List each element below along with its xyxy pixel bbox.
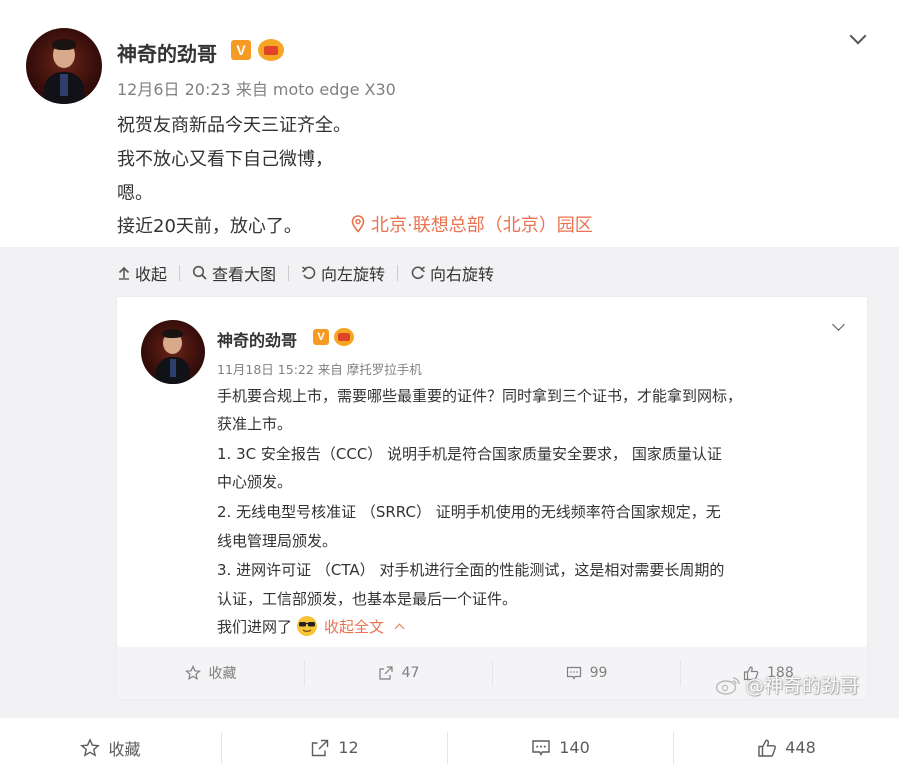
screenshot-line-7: 3. 进网许可证 （CTA） 对手机进行全面的性能测试，这是相对需要长周期的	[217, 561, 725, 579]
thumbs-up-icon	[758, 738, 777, 757]
post-line-4: 接近20天前，放心了。	[117, 216, 302, 237]
watermark-text: @神奇的劲哥	[745, 675, 860, 697]
screenshot-collapse-text: 收起全文	[324, 617, 385, 636]
screenshot-line-2: 获准上市。	[217, 415, 293, 433]
location-text: 北京·联想总部（北京）园区	[371, 215, 593, 236]
screenshot-author-avatar	[141, 320, 205, 384]
screenshot-meta: 11月18日 15:22 来自 摩托罗拉手机	[217, 362, 422, 377]
repost-icon	[312, 739, 329, 756]
footer-favorite-label: 收藏	[108, 739, 141, 759]
toolbar-rotate-left-label: 向左旋转	[321, 265, 386, 284]
screenshot-favorite-label: 收藏	[208, 666, 237, 682]
screenshot-last-line: 我们进网了 收起全文	[217, 615, 405, 637]
toolbar-divider	[288, 265, 290, 281]
screenshot-repost-count: 47	[401, 665, 420, 681]
footer-comment-button[interactable]: 140	[448, 738, 673, 758]
post-line-1: 祝贺友商新品今天三证齐全。	[117, 115, 351, 136]
screenshot-repost: 47	[305, 665, 492, 681]
screenshot-favorite: 收藏	[117, 663, 304, 683]
media-toolbar: 收起 查看大图 向左旋转 向右旋转	[117, 261, 494, 285]
footer-like-count: 448	[785, 738, 816, 757]
screenshot-comment-icon	[566, 666, 581, 680]
location-pin-icon	[351, 215, 365, 233]
post-line-3: 嗯。	[117, 183, 153, 204]
screenshot-chevron-icon	[830, 318, 846, 335]
screenshot-star-icon	[184, 665, 201, 681]
screenshot-line-5: 2. 无线电型号核准证 （SRRC） 证明手机使用的无线频率符合国家规定，无	[217, 503, 721, 521]
embedded-screenshot-image[interactable]: 神奇的劲哥 V 11月18日 15:22 来自 摩托罗拉手机 手机要合规上市，需…	[117, 297, 867, 699]
screenshot-last-line-text: 我们进网了	[217, 617, 293, 636]
screenshot-comment: 99	[493, 665, 680, 681]
rotate-right-icon	[411, 266, 426, 280]
post-line-2: 我不放心又看下自己微博，	[117, 149, 333, 170]
screenshot-line-6: 线电管理局颁发。	[217, 532, 338, 550]
screenshot-line-3: 1. 3C 安全报告（CCC） 说明手机是符合国家质量安全要求， 国家质量认证	[217, 445, 722, 463]
weibo-logo-icon	[715, 676, 740, 695]
screenshot-line-4: 中心颁发。	[217, 473, 293, 491]
footer-action-bar: 收藏 12 140 448	[0, 717, 899, 777]
toolbar-collapse[interactable]: 收起	[117, 261, 167, 285]
screenshot-line-1: 手机要合规上市，需要哪些最重要的证件？同时拿到三个证书，才能拿到网标，	[217, 387, 743, 405]
toolbar-divider	[179, 265, 181, 281]
member-crown-icon	[258, 39, 284, 61]
comment-icon	[532, 739, 550, 756]
screenshot-comment-count: 99	[589, 665, 608, 681]
toolbar-view-large-label: 查看大图	[212, 265, 277, 284]
footer-comment-count: 140	[559, 738, 590, 757]
toolbar-rotate-right[interactable]: 向右旋转	[410, 261, 494, 285]
toolbar-collapse-label: 收起	[135, 265, 168, 284]
footer-like-button[interactable]: 448	[674, 738, 899, 758]
screenshot-collapse-chevron-icon	[394, 623, 405, 633]
toolbar-divider	[397, 265, 399, 281]
location-link[interactable]: 北京·联想总部（北京）园区	[351, 211, 593, 237]
post-meta: 12月6日 20:23 来自 moto edge X30	[117, 80, 396, 99]
screenshot-verified-badge: V	[313, 329, 329, 345]
rotate-left-icon	[302, 266, 316, 280]
media-panel: 收起 查看大图 向左旋转 向右旋转 神奇的劲哥 V 11月18日 15:22 来…	[0, 247, 899, 717]
toolbar-view-large[interactable]: 查看大图	[192, 261, 276, 285]
footer-favorite-button[interactable]: 收藏	[0, 736, 221, 760]
screenshot-author-name: 神奇的劲哥	[217, 331, 298, 350]
toolbar-rotate-left[interactable]: 向左旋转	[301, 261, 385, 285]
author-avatar[interactable]	[26, 28, 102, 104]
sunglasses-emoji-icon	[297, 616, 318, 636]
author-name[interactable]: 神奇的劲哥	[117, 38, 217, 67]
watermark: @神奇的劲哥	[715, 671, 859, 698]
search-icon	[192, 265, 207, 280]
toolbar-rotate-right-label: 向右旋转	[430, 265, 495, 284]
footer-repost-button[interactable]: 12	[222, 738, 447, 758]
collapse-arrow-icon	[118, 266, 130, 280]
post-menu-chevron-icon[interactable]	[848, 27, 868, 48]
screenshot-line-8: 认证，工信部颁发，也基本是最后一个证件。	[217, 590, 518, 608]
footer-repost-count: 12	[338, 738, 359, 757]
star-icon	[80, 737, 101, 757]
verified-badge: V	[231, 40, 251, 60]
screenshot-repost-icon	[378, 666, 393, 680]
screenshot-crown-icon	[334, 328, 354, 346]
